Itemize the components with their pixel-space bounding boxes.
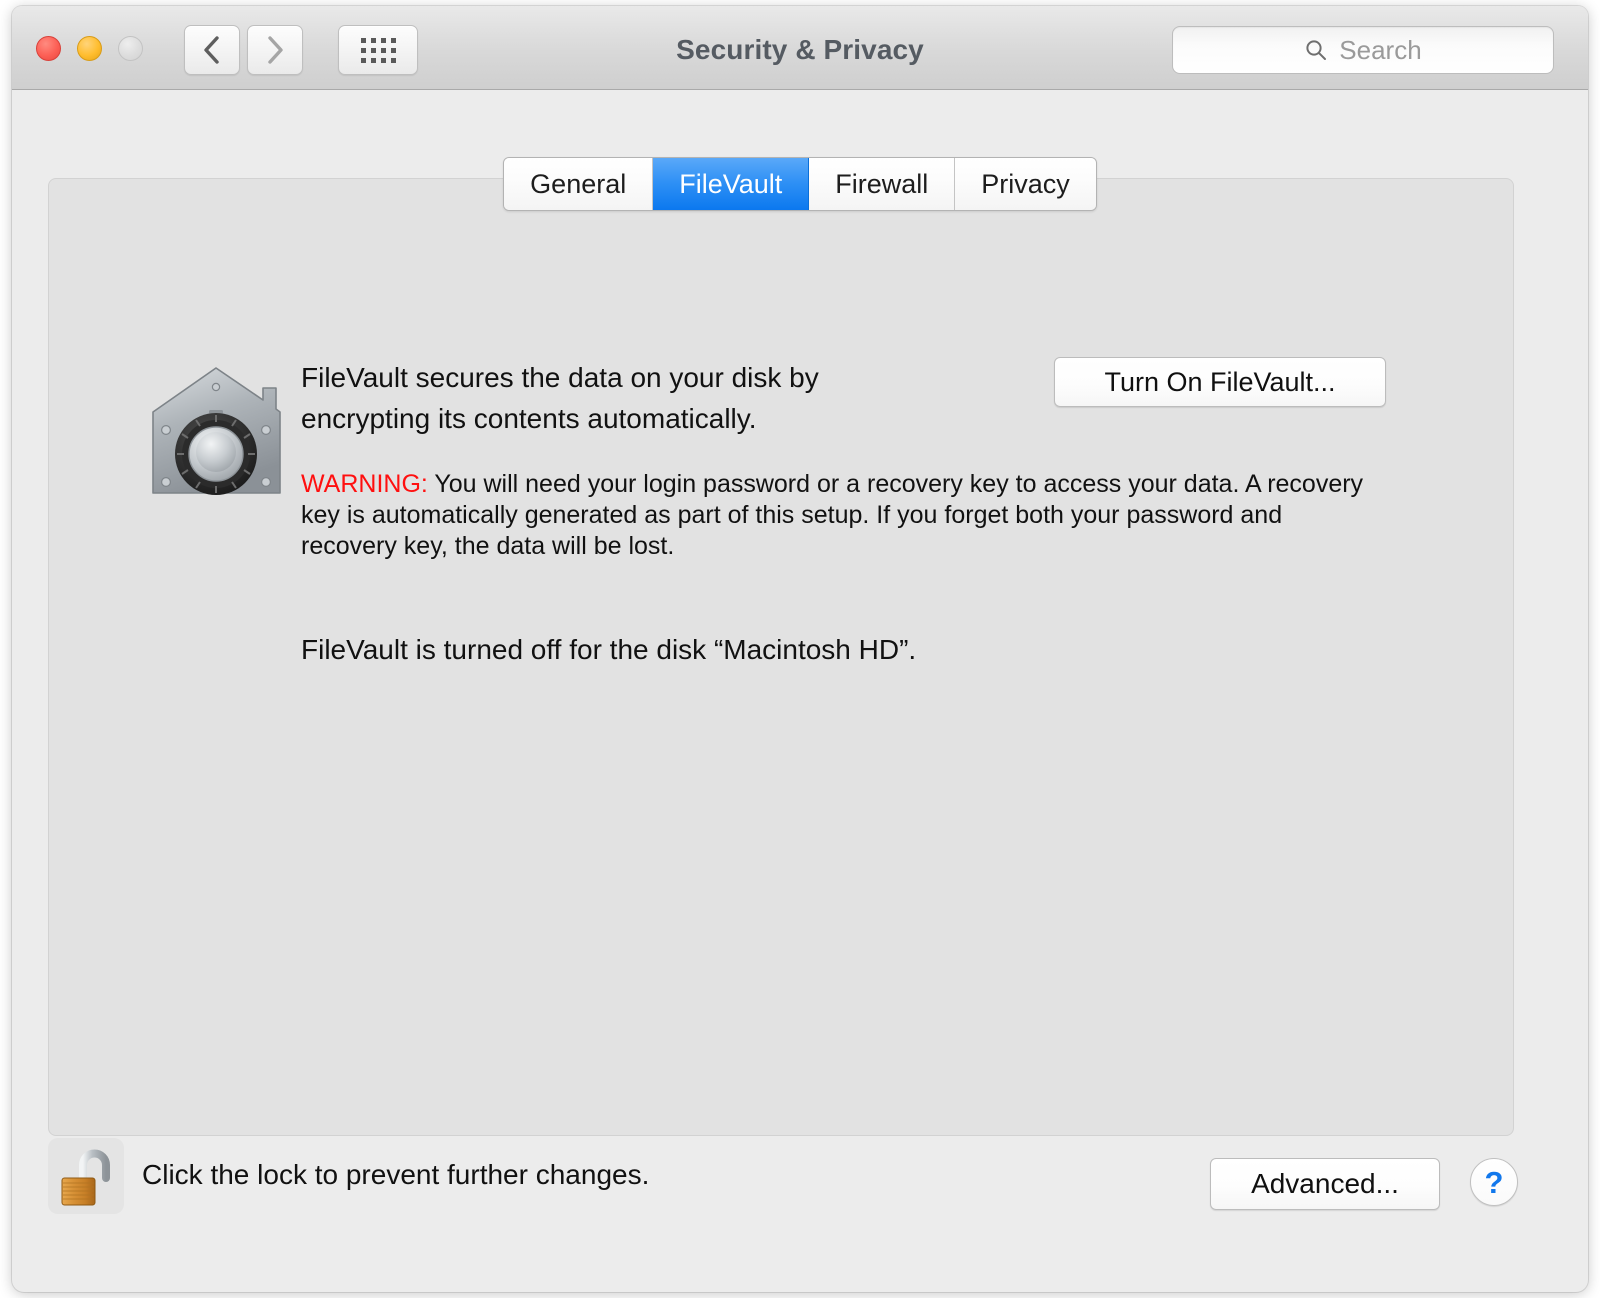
tab-general[interactable]: General (504, 158, 654, 210)
filevault-warning: WARNING: You will need your login passwo… (301, 469, 1367, 562)
preference-pane-content: General FileVault Firewall Privacy FileV… (12, 90, 1588, 1291)
warning-body: You will need your login password or a r… (301, 470, 1364, 560)
tab-firewall[interactable]: Firewall (809, 158, 956, 210)
tab-bar: General FileVault Firewall Privacy (12, 157, 1588, 211)
search-icon (1306, 40, 1327, 60)
help-button[interactable]: ? (1470, 1158, 1518, 1206)
tab-group: General FileVault Firewall Privacy (503, 157, 1097, 211)
filevault-panel: FileVault secures the data on your disk … (48, 178, 1514, 1136)
system-preferences-window: Security & Privacy Search General FileVa… (12, 6, 1588, 1292)
filevault-description: FileVault secures the data on your disk … (301, 362, 819, 434)
lock-message: Click the lock to prevent further change… (142, 1159, 650, 1190)
turn-on-filevault-button[interactable]: Turn On FileVault... (1054, 357, 1386, 407)
warning-label: WARNING: (301, 470, 428, 498)
advanced-button[interactable]: Advanced... (1210, 1158, 1440, 1210)
unlocked-padlock-icon (61, 1149, 110, 1206)
tab-filevault[interactable]: FileVault (653, 158, 810, 210)
search-input[interactable]: Search (1172, 26, 1554, 74)
lock-button[interactable] (48, 1138, 124, 1214)
tab-privacy[interactable]: Privacy (955, 158, 1096, 210)
search-placeholder: Search (1339, 34, 1422, 65)
filevault-safe-icon (152, 367, 281, 495)
window-toolbar: Security & Privacy Search (12, 6, 1588, 90)
filevault-status: FileVault is turned off for the disk “Ma… (301, 634, 917, 665)
